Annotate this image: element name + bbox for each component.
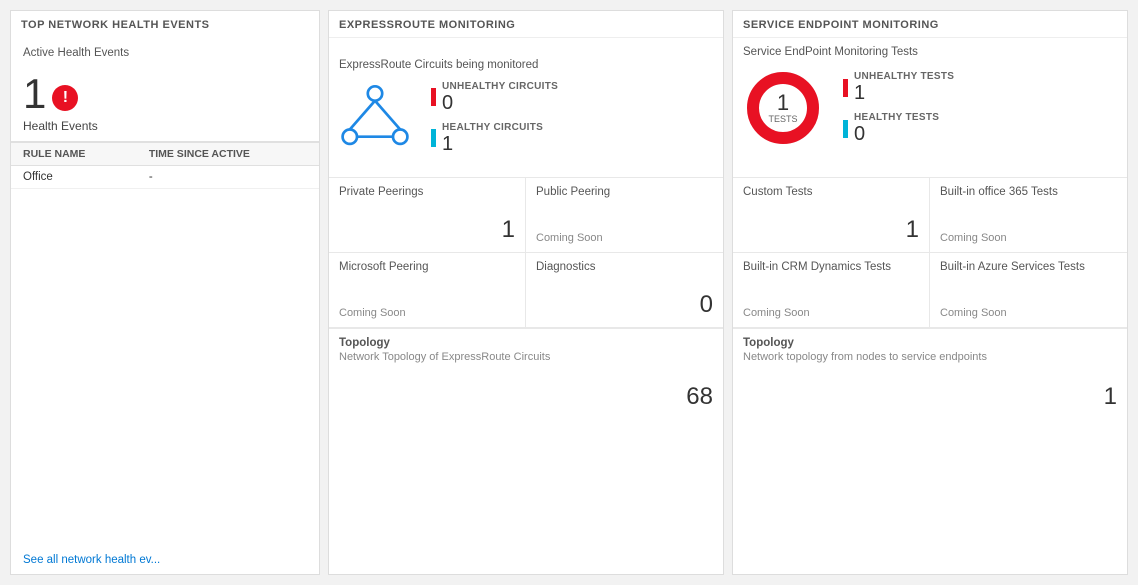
see-all-link[interactable]: See all network health ev... <box>23 554 160 566</box>
right-tile-0: Custom Tests 1 <box>733 178 930 253</box>
right-tile-2: Built-in CRM Dynamics Tests Coming Soon <box>733 253 930 328</box>
sep-stats: UNHEALTHY TESTS 1 HEALTHY TESTS 0 <box>843 71 954 145</box>
tile-value: 0 <box>536 291 713 319</box>
right-topology-title: Topology <box>743 337 1117 349</box>
er-top-content: UNHEALTHY CIRCUITS 0 HEALTHY CIRCUITS 1 <box>339 81 713 155</box>
right-tile-1: Built-in office 365 Tests Coming Soon <box>930 178 1127 253</box>
middle-tile-0: Private Peerings 1 <box>329 178 526 253</box>
health-count: 1 <box>23 73 46 115</box>
healthy-circuits-row: HEALTHY CIRCUITS 1 <box>431 122 558 155</box>
tile-value: 1 <box>339 216 515 244</box>
expressroute-top: ExpressRoute Circuits being monitored <box>329 38 723 178</box>
right-topology-tile: Topology Network topology from nodes to … <box>733 329 1127 419</box>
middle-topology-subtitle: Network Topology of ExpressRoute Circuit… <box>339 351 713 363</box>
healthy-circuits-info: HEALTHY CIRCUITS 1 <box>442 122 543 155</box>
middle-tile-1: Public Peering Coming Soon <box>526 178 723 253</box>
tile-title: Diagnostics <box>536 261 713 273</box>
right-topology-value: 1 <box>743 383 1117 411</box>
er-subtitle: ExpressRoute Circuits being monitored <box>339 59 713 71</box>
middle-topology-title: Topology <box>339 337 713 349</box>
tile-title: Built-in CRM Dynamics Tests <box>743 261 919 273</box>
red-bar-sep <box>843 79 848 97</box>
tile-coming-soon: Coming Soon <box>743 307 919 319</box>
tile-title: Public Peering <box>536 186 713 198</box>
tile-value: 1 <box>743 216 919 244</box>
middle-tile-2: Microsoft Peering Coming Soon <box>329 253 526 328</box>
health-section: Active Health Events 1 ! Health Events <box>11 37 319 142</box>
left-footer: See all network health ev... <box>11 544 319 574</box>
sep-subtitle: Service EndPoint Monitoring Tests <box>743 46 1117 58</box>
healthy-tests-row: HEALTHY TESTS 0 <box>843 112 954 145</box>
health-label: Health Events <box>23 119 307 133</box>
unhealthy-tests-row: UNHEALTHY TESTS 1 <box>843 71 954 104</box>
unhealthy-tests-value: 1 <box>854 82 954 104</box>
rule-name-cell: Office <box>11 166 137 189</box>
health-subtitle: Active Health Events <box>23 47 307 59</box>
unhealthy-circuits-row: UNHEALTHY CIRCUITS 0 <box>431 81 558 114</box>
healthy-tests-label: HEALTHY TESTS <box>854 112 939 123</box>
middle-panel-header: EXPRESSROUTE MONITORING <box>329 11 723 38</box>
right-topology-subtitle: Network topology from nodes to service e… <box>743 351 1117 363</box>
col-time-active: TIME SINCE ACTIVE <box>137 143 319 166</box>
red-bar <box>431 88 436 106</box>
unhealthy-circuits-value: 0 <box>442 92 558 114</box>
health-alert-icon: ! <box>52 85 78 111</box>
unhealthy-tests-info: UNHEALTHY TESTS 1 <box>854 71 954 104</box>
donut-chart: 1 TESTS <box>743 68 823 148</box>
left-panel: TOP NETWORK HEALTH EVENTS Active Health … <box>10 10 320 575</box>
sep-content: 1 TESTS UNHEALTHY TESTS 1 <box>743 68 1117 148</box>
tile-title: Custom Tests <box>743 186 919 198</box>
right-panel-header: SERVICE ENDPOINT MONITORING <box>733 11 1127 38</box>
right-panel: SERVICE ENDPOINT MONITORING Service EndP… <box>732 10 1128 575</box>
health-count-row: 1 ! <box>23 73 307 115</box>
tile-title: Built-in Azure Services Tests <box>940 261 1117 273</box>
col-rule-name: RULE NAME <box>11 143 137 166</box>
unhealthy-circuits-info: UNHEALTHY CIRCUITS 0 <box>442 81 558 114</box>
sep-top: Service EndPoint Monitoring Tests 1 TEST… <box>733 38 1127 178</box>
teal-bar-sep <box>843 120 848 138</box>
unhealthy-tests-label: UNHEALTHY TESTS <box>854 71 954 82</box>
tile-title: Microsoft Peering <box>339 261 515 273</box>
tile-coming-soon: Coming Soon <box>536 232 713 244</box>
middle-topology-value: 68 <box>339 383 713 411</box>
left-panel-header: TOP NETWORK HEALTH EVENTS <box>11 11 319 37</box>
middle-panel: EXPRESSROUTE MONITORING ExpressRoute Cir… <box>328 10 724 575</box>
tile-title: Built-in office 365 Tests <box>940 186 1117 198</box>
er-stats: UNHEALTHY CIRCUITS 0 HEALTHY CIRCUITS 1 <box>431 81 558 155</box>
right-tile-3: Built-in Azure Services Tests Coming Soon <box>930 253 1127 328</box>
table-row: Office- <box>11 166 319 189</box>
donut-center-label: TESTS <box>768 115 797 125</box>
healthy-circuits-label: HEALTHY CIRCUITS <box>442 122 543 133</box>
donut-center-num: 1 <box>768 91 797 115</box>
middle-tile-grid: Private Peerings 1 Public Peering Coming So… <box>329 178 723 329</box>
tile-coming-soon: Coming Soon <box>339 307 515 319</box>
right-tile-grid: Custom Tests 1 Built-in office 365 Tests Co… <box>733 178 1127 329</box>
time-active-cell: - <box>137 166 319 189</box>
healthy-tests-value: 0 <box>854 123 939 145</box>
er-top-inner: ExpressRoute Circuits being monitored <box>339 59 713 155</box>
middle-tile-3: Diagnostics 0 <box>526 253 723 328</box>
healthy-tests-info: HEALTHY TESTS 0 <box>854 112 939 145</box>
tile-coming-soon: Coming Soon <box>940 307 1117 319</box>
events-table: RULE NAME TIME SINCE ACTIVE Office- <box>11 142 319 189</box>
healthy-circuits-value: 1 <box>442 133 543 155</box>
donut-center: 1 TESTS <box>768 91 797 125</box>
tile-coming-soon: Coming Soon <box>940 232 1117 244</box>
middle-topology-tile: Topology Network Topology of ExpressRout… <box>329 329 723 419</box>
teal-bar <box>431 129 436 147</box>
triangle-network-icon <box>339 84 411 151</box>
unhealthy-circuits-label: UNHEALTHY CIRCUITS <box>442 81 558 92</box>
tile-title: Private Peerings <box>339 186 515 198</box>
